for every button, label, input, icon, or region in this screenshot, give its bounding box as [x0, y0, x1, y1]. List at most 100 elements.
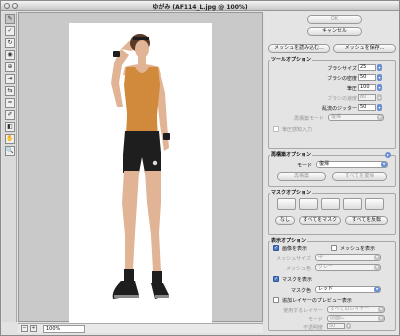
status-bar: − + 100%: [18, 323, 263, 333]
brush-density-field[interactable]: 50: [358, 74, 376, 81]
load-mesh-button[interactable]: メッシュを読み込む...: [268, 44, 330, 53]
mask-color-label: マスク色: [290, 288, 311, 294]
invert-all-button[interactable]: すべてを反転: [345, 216, 388, 225]
show-backdrop-checkbox[interactable]: [273, 297, 279, 303]
brush-rate-label: ブラシの速度: [327, 96, 357, 102]
mesh-size-label: メッシュサイズ: [276, 256, 311, 262]
mask-mode-group: [277, 198, 387, 210]
reconstruct-options-title: 再構築オプション: [270, 151, 313, 158]
zoom-tool-icon[interactable]: 🔍: [5, 146, 15, 156]
tool-options-title: ツールオプション: [270, 56, 313, 63]
mesh-size-value: 中: [318, 254, 324, 260]
zoom-level-select[interactable]: 100%: [43, 325, 85, 333]
intersect-with-mask-icon[interactable]: [343, 198, 362, 210]
use-layer-arrow-icon: ▼: [378, 307, 384, 312]
push-left-tool-icon[interactable]: ⇥: [5, 74, 15, 84]
use-layer-select: すべてのレイヤー ▼: [327, 306, 385, 313]
mask-options-title: マスクオプション: [270, 189, 313, 196]
window-title: ゆがみ (AF114_L.jpg @ 100%): [152, 4, 248, 11]
model-photo: [69, 23, 212, 326]
brush-size-label: ブラシサイズ: [327, 66, 357, 72]
invert-mask-icon[interactable]: [365, 198, 384, 210]
title-bar: ゆがみ (AF114_L.jpg @ 100%): [1, 1, 399, 11]
stylus-pressure-label: 筆圧感知入力: [282, 127, 313, 133]
mask-color-select[interactable]: レッド ▼: [315, 286, 381, 293]
mask-none-button[interactable]: なし: [275, 216, 295, 225]
brush-size-field[interactable]: 25: [358, 64, 376, 71]
turbulent-jitter-field[interactable]: 50: [358, 104, 376, 111]
brush-pressure-field[interactable]: 100: [358, 84, 376, 91]
opacity-label: 不透明度: [302, 325, 323, 331]
replace-selection-icon[interactable]: [277, 198, 296, 210]
zoom-in-icon[interactable]: +: [30, 325, 37, 332]
save-mesh-button[interactable]: メッシュを保存...: [333, 44, 396, 53]
brush-rate-spinner-icon: ▾: [377, 94, 382, 101]
backdrop-mode-label: モード: [307, 317, 323, 323]
subtract-from-mask-icon[interactable]: [321, 198, 340, 210]
turbulence-tool-icon[interactable]: ≈: [5, 98, 15, 108]
use-layer-value: すべてのレイヤー: [330, 306, 370, 312]
reconstruct-mode-value: 復帰: [331, 114, 342, 120]
backdrop-mode-value: 前面に: [330, 315, 346, 321]
reconstruct-mode2-label: モード: [296, 163, 312, 169]
reconstruct-options-section: [268, 155, 396, 187]
wristband-right-icon: [163, 133, 170, 140]
mask-all-button[interactable]: すべてをマスク: [299, 216, 341, 225]
restore-all-button[interactable]: すべてを復帰: [332, 172, 387, 181]
brush-rate-field: 80: [358, 94, 376, 101]
twirl-clockwise-tool-icon[interactable]: ↻: [5, 38, 15, 48]
pucker-tool-icon[interactable]: ◉: [5, 50, 15, 60]
mesh-size-arrow-icon: ▼: [374, 255, 380, 260]
brush-size-spinner-icon[interactable]: ▾: [377, 64, 382, 71]
view-options-title: 表示オプション: [270, 237, 308, 244]
reconstruct-button[interactable]: 再構築: [277, 172, 326, 181]
turbulent-jitter-label: 乱流のジッター: [321, 106, 357, 112]
brush-density-label: ブラシの密度: [327, 76, 357, 82]
freeze-mask-tool-icon[interactable]: ✐: [5, 110, 15, 120]
mesh-color-arrow-icon: ▼: [374, 265, 380, 270]
reconstruct-mode-label: 再構築モード: [293, 116, 324, 122]
show-mesh-label: メッシュを表示: [340, 246, 376, 252]
show-image-checkbox[interactable]: ✓: [273, 245, 279, 251]
mesh-color-label: メッシュ色: [285, 266, 311, 272]
zoom-out-icon[interactable]: −: [21, 325, 28, 332]
show-mask-checkbox[interactable]: ✓: [273, 276, 279, 282]
stylus-pressure-checkbox: [273, 126, 279, 132]
opacity-spinner-icon: ▾: [346, 323, 351, 329]
hand-tool-icon[interactable]: ✋: [5, 134, 15, 144]
brush-density-spinner-icon[interactable]: ▾: [377, 74, 382, 81]
cancel-button[interactable]: キャンセル: [307, 27, 362, 36]
wristband-left-icon: [113, 51, 120, 57]
liquify-dialog: ゆがみ (AF114_L.jpg @ 100%) ✎ ✓ ↻ ◉ ⊕ ⇥ ⇆ ≈…: [0, 0, 400, 336]
reconstruct-tool-icon[interactable]: ✓: [5, 26, 15, 36]
thaw-mask-tool-icon[interactable]: ◧: [5, 122, 15, 132]
mirror-tool-icon[interactable]: ⇆: [5, 86, 15, 96]
brush-pressure-label: 筆圧: [346, 86, 357, 92]
reconstruct-mode-arrow-icon: ▼: [377, 115, 383, 120]
zoom-level-value: 100%: [46, 326, 61, 332]
reconstruct-mode2-value: 復帰: [319, 161, 330, 167]
show-mesh-checkbox[interactable]: [331, 245, 337, 251]
reconstruct-mode2-arrow-icon: ▼: [381, 162, 387, 167]
backdrop-mode-select: 前面に ▼: [327, 315, 385, 322]
show-mask-label: マスクを表示: [282, 277, 313, 283]
forward-warp-tool-icon[interactable]: ✎: [5, 14, 15, 24]
preview-image[interactable]: [69, 23, 212, 326]
reconstruct-mode-select: 復帰 ▼: [328, 114, 384, 121]
mesh-color-select: グレー ▼: [315, 264, 381, 271]
tool-panel: ✎ ✓ ↻ ◉ ⊕ ⇥ ⇆ ≈ ✐ ◧ ✋ 🔍: [2, 12, 17, 322]
use-layer-label: 使用するレイヤー: [283, 308, 323, 314]
turbulent-jitter-spinner-icon[interactable]: ▾: [377, 104, 382, 111]
mesh-size-select: 中 ▼: [315, 254, 381, 261]
reconstruct-mode2-select[interactable]: 復帰 ▼: [316, 161, 388, 168]
ok-button[interactable]: OK: [307, 15, 362, 24]
show-image-label: 画像を表示: [282, 246, 308, 252]
options-panel: OK キャンセル メッシュを読み込む... メッシュを保存... ツールオプショ…: [265, 12, 399, 334]
brush-pressure-spinner-icon[interactable]: ▾: [377, 84, 382, 91]
reconstruct-options-expand-icon[interactable]: ▸: [385, 152, 391, 158]
mask-color-value: レッド: [318, 286, 334, 292]
backdrop-mode-arrow-icon: ▼: [378, 316, 384, 321]
add-to-mask-icon[interactable]: [299, 198, 318, 210]
bloat-tool-icon[interactable]: ⊕: [5, 62, 15, 72]
preview-canvas[interactable]: [18, 12, 263, 326]
